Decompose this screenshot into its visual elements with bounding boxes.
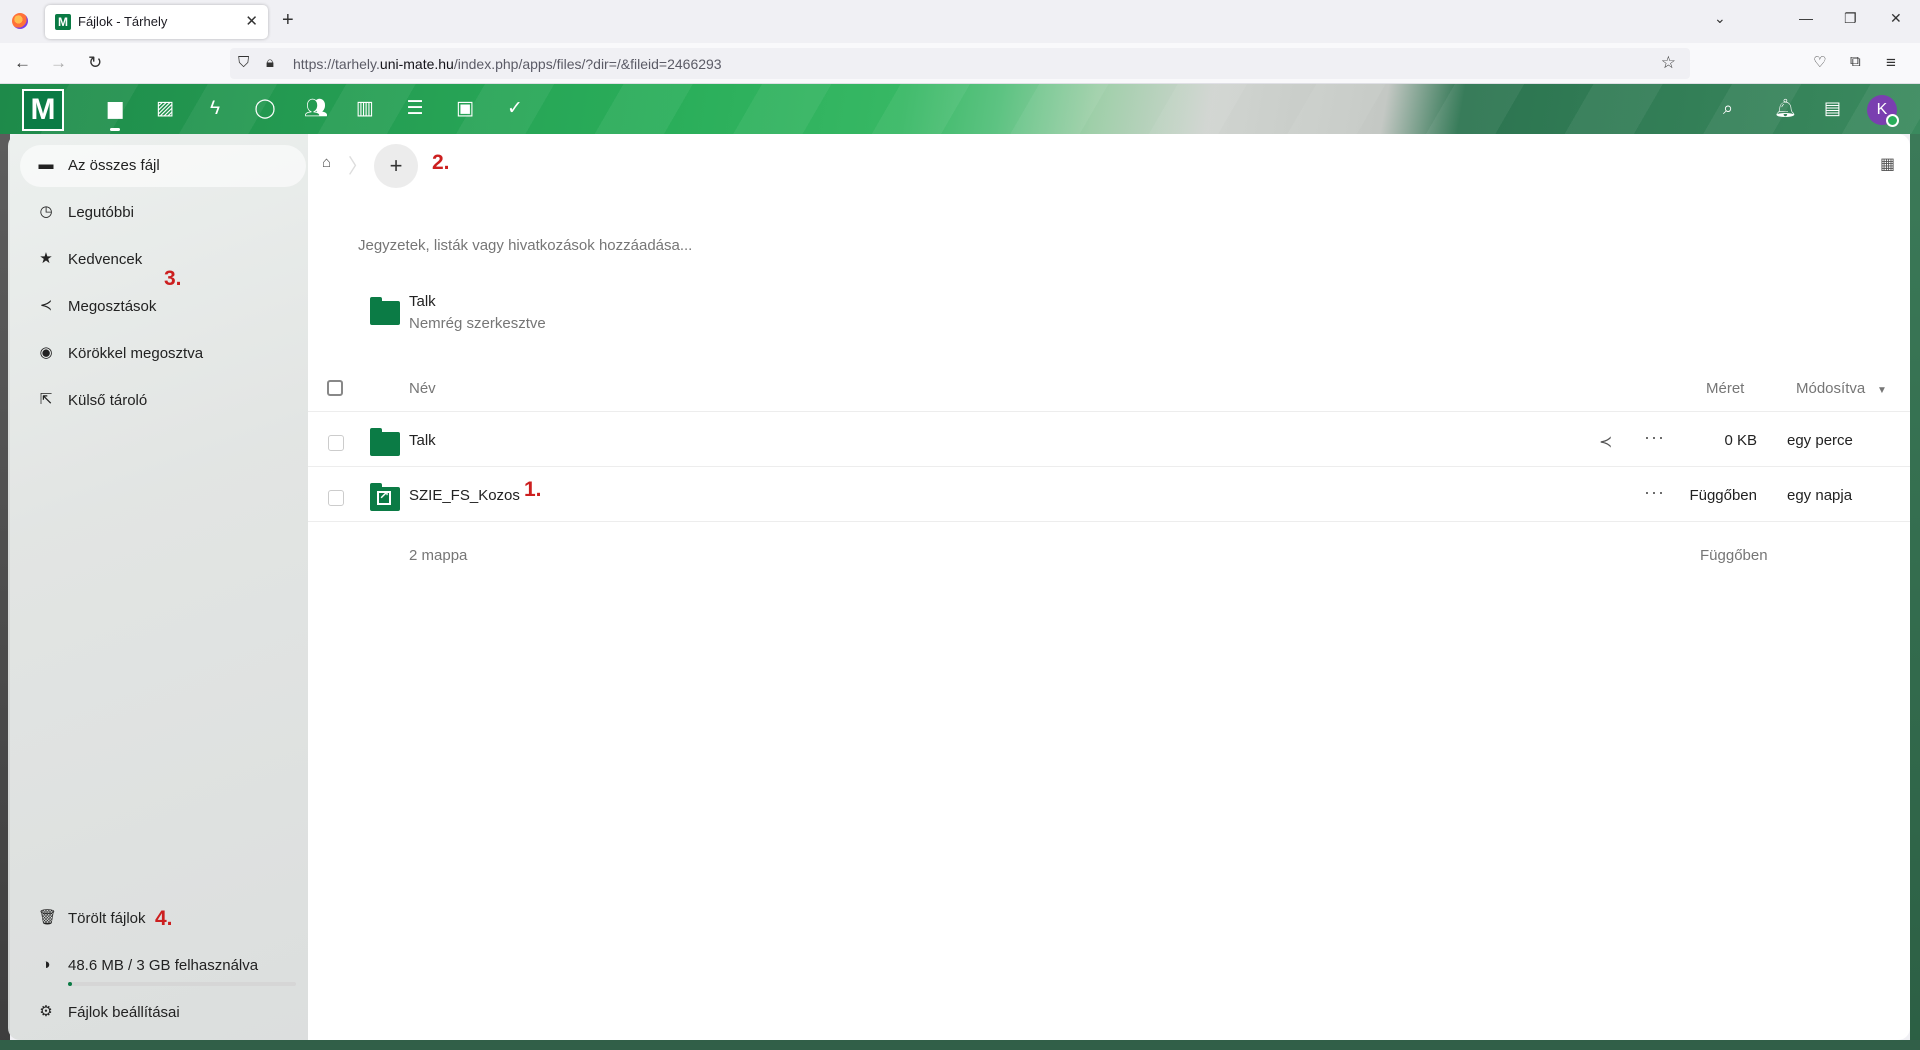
pocket-icon[interactable]: ♡ (1813, 53, 1826, 71)
tab-list-chevron-icon[interactable]: ⌄ (1714, 10, 1726, 27)
sidebar-item-external-storage[interactable]: ⇱ Külső tároló (20, 380, 306, 422)
contacts-icon[interactable]: 👥︎ (304, 98, 328, 120)
sidebar-item-all-files[interactable]: ▬ Az összes fájl (20, 145, 306, 187)
browser-tab-bar: M Fájlok - Tárhely ✕ + ⌄ — ❐ ✕ (0, 0, 1920, 43)
extensions-icon[interactable]: ⧉ (1850, 53, 1861, 70)
new-file-button[interactable]: + (374, 144, 418, 188)
sidebar-item-recent[interactable]: ◷ Legutóbbi (20, 192, 306, 234)
sidebar-item-settings[interactable]: ⚙ Fájlok beállításai (20, 992, 306, 1034)
close-window-icon[interactable]: ✕ (1890, 10, 1902, 27)
app-header: M ▆ ▨ ϟ ◯ 👥︎ ▥ ☰ ▣ ✓ ⌕ 🔔︎ ▤ K (0, 84, 1920, 134)
shield-icon[interactable]: ⛉ (238, 54, 249, 71)
folder-icon[interactable] (370, 428, 400, 456)
file-size: Függőben (1689, 487, 1757, 504)
recent-folder-icon[interactable] (370, 297, 400, 325)
lock-icon[interactable]: 🔒︎ (266, 54, 274, 71)
browser-nav-bar: ← → ↻ ⛉ 🔒︎ https://tarhely.uni-mate.hu/i… (0, 43, 1920, 84)
file-modified: egy perce (1787, 432, 1853, 449)
contacts-card-icon[interactable]: ▣ (454, 98, 476, 120)
close-tab-icon[interactable]: ✕ (245, 12, 258, 30)
file-size: 0 KB (1724, 432, 1757, 449)
file-name[interactable]: SZIE_FS_Kozos (409, 487, 520, 504)
breadcrumb-separator-icon: 〉 (348, 156, 368, 178)
files-icon[interactable]: ▆ (104, 98, 126, 120)
firefox-icon[interactable] (12, 13, 28, 29)
quota-progress-fill (68, 982, 72, 986)
row-checkbox[interactable] (328, 490, 344, 506)
url-text[interactable]: https://tarhely.uni-mate.hu/index.php/ap… (293, 56, 722, 72)
column-header-size[interactable]: Méret (1706, 380, 1744, 397)
column-header-name[interactable]: Név (409, 380, 436, 397)
talk-icon[interactable]: ◯ (254, 98, 276, 120)
app-content: ⌂ 〉 + 2. ▦ Jegyzetek, listák vagy hivatk… (308, 134, 1910, 1040)
tasks-list-icon[interactable]: ☰ (404, 98, 426, 120)
row-checkbox[interactable] (328, 435, 344, 451)
search-icon[interactable]: ⌕ (1723, 98, 1733, 119)
trash-icon: 🗑︎ (38, 909, 58, 926)
share-icon: ≺ (39, 297, 53, 314)
tasks-check-icon[interactable]: ✓ (504, 98, 526, 120)
sidebar-item-circles[interactable]: ◉ Körökkel megosztva (20, 333, 306, 375)
home-icon[interactable]: ⌂ (322, 154, 331, 171)
gear-icon: ⚙ (39, 1003, 53, 1020)
notifications-icon[interactable]: 🔔︎ (1774, 98, 1797, 119)
analytics-icon[interactable]: ▥ (354, 98, 376, 120)
back-icon[interactable]: ← (14, 53, 31, 73)
new-tab-icon[interactable]: + (282, 9, 294, 32)
active-app-indicator (110, 128, 120, 131)
external-storage-icon: ⇱ (39, 391, 53, 408)
recent-item-name[interactable]: Talk (409, 293, 436, 310)
annotation-3: 3. (164, 267, 182, 290)
sidebar-item-favorites[interactable]: ★ Kedvencek (20, 239, 306, 281)
bookmark-star-icon[interactable]: ☆ (1661, 53, 1676, 73)
tab-title: Fájlok - Tárhely (78, 14, 168, 29)
annotation-1: 1. (524, 478, 542, 501)
sidebar-item-shares[interactable]: ≺ Megosztások (20, 286, 306, 328)
star-icon: ★ (39, 250, 53, 267)
forward-icon[interactable]: → (50, 53, 67, 73)
status-icon (1886, 114, 1899, 127)
external-link-icon (377, 488, 391, 505)
annotation-4: 4. (155, 907, 173, 930)
photos-icon[interactable]: ▨ (154, 98, 176, 120)
folder-icon: ▬ (38, 156, 54, 173)
tab-favicon-icon: M (55, 14, 71, 30)
file-modified: egy napja (1787, 487, 1853, 504)
sidebar-item-quota: ◑ 48.6 MB / 3 GB felhasználva (20, 945, 306, 987)
browser-tab[interactable]: M Fájlok - Tárhely ✕ (45, 5, 268, 39)
quota-pie-icon: ◑ (41, 956, 51, 973)
file-name[interactable]: Talk (409, 432, 436, 449)
select-all-checkbox[interactable] (327, 380, 343, 396)
menu-icon[interactable]: ≡ (1886, 53, 1896, 73)
circles-icon: ◉ (39, 344, 53, 361)
external-folder-icon[interactable] (370, 483, 400, 511)
rich-workspace-input[interactable]: Jegyzetek, listák vagy hivatkozások hozz… (358, 237, 692, 254)
summary-size: Függőben (1700, 547, 1768, 564)
summary-count: 2 mappa (409, 547, 468, 564)
contacts-menu-icon[interactable]: ▤ (1824, 98, 1841, 119)
url-bar[interactable]: ⛉ 🔒︎ https://tarhely.uni-mate.hu/index.p… (230, 48, 1690, 79)
restore-icon[interactable]: ❐ (1844, 10, 1857, 27)
grid-view-icon[interactable]: ▦ (1880, 154, 1895, 174)
app-navigation: ▬ Az összes fájl ◷ Legutóbbi ★ Kedvencek… (8, 134, 308, 1040)
column-header-modified[interactable]: Módosítva (1796, 380, 1865, 397)
logo-icon[interactable]: M (22, 89, 64, 131)
activity-icon[interactable]: ϟ (204, 98, 226, 120)
sort-descending-icon[interactable]: ▼ (1877, 385, 1887, 396)
reload-icon[interactable]: ↻ (88, 53, 102, 73)
recent-item-subtitle: Nemrég szerkesztve (409, 315, 546, 332)
clock-icon: ◷ (39, 203, 53, 220)
minimize-icon[interactable]: — (1799, 10, 1813, 26)
annotation-2: 2. (432, 151, 450, 174)
quota-progress-bar (68, 982, 296, 986)
share-icon[interactable]: ≺ (1599, 432, 1612, 452)
